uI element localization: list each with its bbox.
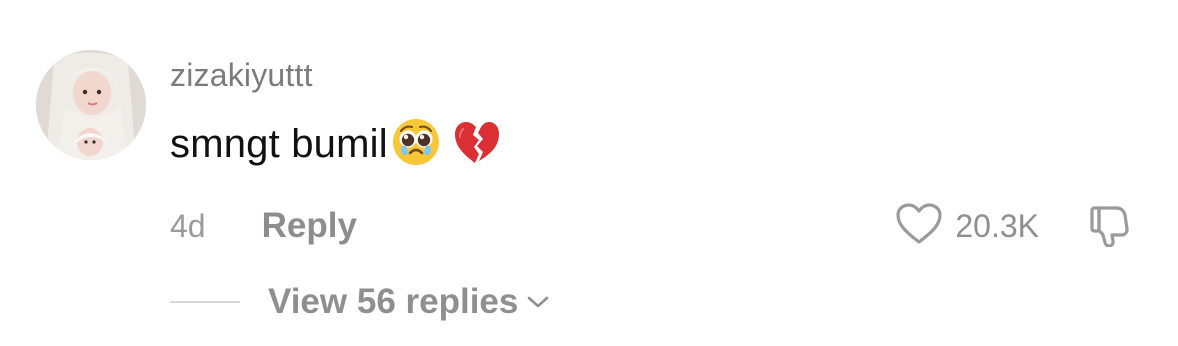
username[interactable]: zizakiyuttt [170, 55, 313, 95]
timestamp: 4d [170, 208, 206, 244]
view-replies-label: View 56 replies [268, 282, 519, 321]
view-replies-button[interactable]: View 56 replies [268, 279, 550, 325]
heart-icon[interactable] [895, 202, 943, 251]
like-count: 20.3K [955, 208, 1039, 244]
like-button[interactable]: 20.3K [895, 202, 1039, 251]
avatar[interactable] [36, 50, 146, 160]
comment-meta: 4d Reply [170, 203, 357, 249]
broken-heart-icon [452, 119, 502, 170]
view-replies-row: View 56 replies [170, 279, 550, 325]
chevron-down-icon [526, 294, 550, 310]
dislike-button[interactable] [1087, 201, 1133, 252]
comment-actions: 20.3K [895, 199, 1133, 253]
thumbs-down-icon[interactable] [1087, 201, 1133, 252]
comment-text: smngt bumil [170, 122, 388, 166]
pleading-face-icon [390, 116, 442, 173]
replies-divider [170, 301, 240, 303]
comment-body: smngt bumil [170, 116, 502, 172]
reply-button[interactable]: Reply [262, 203, 357, 249]
